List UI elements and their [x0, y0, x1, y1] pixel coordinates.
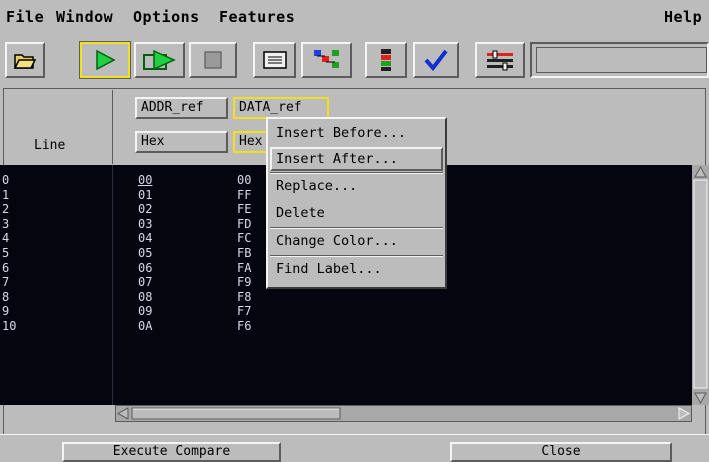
addr-value: 07: [138, 275, 153, 290]
run-icon: [96, 49, 116, 71]
settings-button[interactable]: [475, 42, 525, 78]
line-number: 6: [2, 260, 10, 275]
menu-window[interactable]: Window: [56, 8, 113, 26]
line-number: 9: [2, 304, 10, 319]
toolbar-input[interactable]: [530, 42, 709, 78]
line-number: 1: [2, 187, 10, 202]
menu-item-delete[interactable]: Delete: [270, 201, 443, 225]
open-folder-icon: [13, 54, 37, 69]
addr-value: 08: [138, 289, 153, 304]
menu-features[interactable]: Features: [219, 8, 295, 26]
label-data-ref[interactable]: DATA_ref: [233, 97, 329, 119]
line-number: 8: [2, 289, 10, 304]
data-value: FF: [237, 187, 252, 202]
data-value: F6: [237, 319, 252, 333]
addr-value: 00: [138, 173, 153, 187]
addr-value: 0A: [138, 319, 153, 333]
line-number: 4: [2, 231, 10, 246]
addr-value: 06: [138, 260, 153, 275]
data-value: FD: [237, 216, 252, 231]
data-value: FE: [237, 202, 252, 217]
horizontal-scrollbar-track: [116, 407, 691, 420]
vertical-scrollbar-track: [693, 165, 708, 405]
addr-value: 03: [138, 216, 153, 231]
menu-item-insert-after[interactable]: Insert After...: [270, 147, 443, 171]
run-repetitive-icon: [142, 49, 176, 71]
line-number: 10: [2, 319, 17, 333]
line-number: 5: [2, 246, 10, 260]
check-button[interactable]: [413, 42, 459, 78]
menu-item-replace[interactable]: Replace...: [270, 174, 443, 198]
line-number: 7: [2, 275, 10, 290]
base-addr-ref[interactable]: Hex: [135, 131, 228, 153]
check-icon: [424, 49, 448, 72]
addr-value: 05: [138, 246, 153, 260]
menu-options[interactable]: Options: [133, 8, 200, 26]
toolbar-input-field[interactable]: [536, 47, 707, 73]
network-button[interactable]: [301, 42, 352, 78]
data-value: FA: [237, 260, 252, 275]
close-button[interactable]: Close: [450, 442, 672, 462]
line-number: 0: [2, 173, 10, 187]
data-value: F8: [237, 289, 252, 304]
data-value: F9: [237, 275, 252, 290]
listing-button[interactable]: [253, 42, 296, 78]
addr-value: 02: [138, 202, 153, 217]
data-value: FB: [237, 246, 252, 260]
line-number: 3: [2, 216, 10, 231]
addr-value: 04: [138, 231, 153, 246]
menu-item-change-color[interactable]: Change Color...: [270, 229, 443, 253]
label-addr-ref[interactable]: ADDR_ref: [135, 97, 228, 119]
menu-item-insert-before[interactable]: Insert Before...: [270, 121, 443, 145]
horizontal-scrollbar[interactable]: [115, 405, 692, 422]
line-number: 2: [2, 202, 10, 217]
vertical-scrollbar[interactable]: [692, 165, 709, 405]
menu-help[interactable]: Help: [664, 8, 702, 26]
run-button[interactable]: [79, 41, 131, 79]
addr-value: 01: [138, 187, 153, 202]
line-column-header: Line: [6, 90, 113, 164]
open-button[interactable]: [5, 42, 45, 78]
data-value: FC: [237, 231, 252, 246]
list-icon: [262, 51, 287, 69]
line-header-label: Line: [34, 138, 66, 153]
data-value: 00: [237, 173, 252, 187]
chip-icon: [381, 49, 391, 71]
execute-compare-button[interactable]: Execute Compare: [62, 442, 281, 462]
stop-button[interactable]: [189, 42, 237, 78]
line-column: [0, 165, 113, 405]
menu-item-find-label[interactable]: Find Label...: [270, 257, 443, 281]
addr-value: 09: [138, 304, 153, 319]
menu-file[interactable]: File: [6, 8, 44, 26]
settings-icon: [487, 50, 513, 71]
run-repetitive-button[interactable]: [134, 42, 185, 78]
menu-bar: File Window Options Features Help: [0, 0, 709, 36]
network-icon: [313, 50, 339, 68]
context-menu: Insert Before... Insert After... Replace…: [266, 117, 447, 289]
data-value: F7: [237, 304, 252, 319]
stop-icon: [204, 51, 222, 69]
chip-button[interactable]: [365, 42, 407, 78]
